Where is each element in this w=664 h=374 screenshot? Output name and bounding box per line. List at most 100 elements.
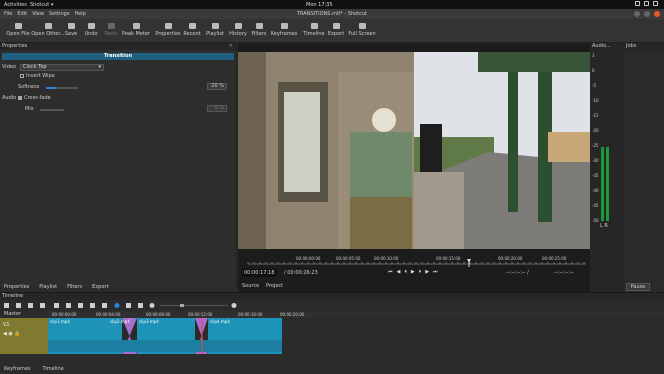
tab-export[interactable]: Export [92,283,108,292]
redo-button[interactable]: Redo [100,21,122,41]
peak-meter-button[interactable]: Peak Meter [120,21,152,41]
video-transition-select[interactable]: Clock Top ▾ [20,64,104,71]
transport-buttons[interactable]: ⏮◀⏴▶⏵▶⏭ [388,269,442,275]
audio-scale-tick: -40 [592,188,599,193]
menu-view[interactable]: View [32,11,44,17]
tab-playlist[interactable]: Playlist [39,283,57,292]
minimize-button[interactable] [634,11,640,17]
track-mute-hide-lock-icons[interactable]: ◀ ◉ 🔒 [3,331,21,337]
maximize-button[interactable] [644,11,650,17]
ruler-tick-3: 00:00:15:00 [436,256,461,261]
close-button[interactable] [654,11,660,17]
audio-scale-tick: 0 [592,68,595,73]
audio-scale-tick: -20 [592,128,599,133]
menu-settings[interactable]: Settings [49,11,70,17]
out-point: --:--:--:-- [554,270,574,276]
audio-level-right [606,147,609,221]
properties-header: Properties ✕ [0,43,236,50]
track-name: V1 [3,322,10,328]
audio-waveform [48,340,282,352]
ruler-tick-0: 00:00:00:00 [296,256,321,261]
player-tabs: Source Project [238,282,590,291]
cross-fade-checkbox[interactable]: Cross-fade [18,94,51,102]
system-tray[interactable] [628,1,658,8]
menu-help[interactable]: Help [74,11,85,17]
save-button[interactable]: Save [60,21,82,41]
keyframes-icon [280,23,288,29]
tab-project[interactable]: Project [266,283,283,289]
activities-button[interactable]: Activities [4,2,27,8]
timeline-header: Timeline [0,293,664,300]
tab-filters[interactable]: Filters [67,283,82,292]
video-preview[interactable] [238,52,590,249]
audio-scale-tick: -50 [592,218,599,223]
timeline-ruler[interactable]: 00:00:00:00 00:00:04:00 00:00:08:00 00:0… [48,311,664,318]
ruler-tick-1: 00:00:05:00 [336,256,361,261]
mix-label: Mix [25,106,34,112]
pause-button[interactable]: Pause [626,283,650,291]
undo-icon [87,23,95,29]
ruler-tick-4: 00:00:20:00 [498,256,523,261]
volume-icon [644,1,649,6]
audio-scale-tick: -35 [592,173,599,178]
history-icon [234,23,242,29]
keyframes-button[interactable]: Keyframes [268,21,300,41]
timeline-icon [310,23,318,29]
invert-wipe-checkbox[interactable]: Invert Wipe [20,72,55,80]
undo-button[interactable]: Undo [80,21,102,41]
ruler-tick-2: 00:00:10:00 [374,256,399,261]
audio-scale-tick: -45 [592,203,599,208]
window-title-bar: TRANSITIONS.mlt* - Shotcut File Edit Vie… [0,9,664,19]
peak-meter-icon [132,23,140,29]
clip-label-2: clip2.mp4 [110,319,130,324]
mix-slider[interactable] [40,109,64,111]
tab-source[interactable]: Source [242,283,259,289]
main-toolbar: Open File Open Other... Save Undo Redo P… [0,19,664,43]
properties-panel: Properties ✕ Transition Video Clock Top ▾ … [0,43,237,287]
save-icon [67,23,75,29]
properties-icon [164,23,172,29]
audio-scale-tick: -30 [592,158,599,163]
timeline-track-v1: clip1.mp4 clip2.mp4 clip3.mp4 clip4.mp4 [48,318,664,354]
transition-title: Transition [2,53,234,60]
in-point: --:--:--:-- / [506,270,529,276]
audio-meter-header: Audio... [590,43,624,50]
clip-label-3: clip3.mp4 [139,319,159,324]
power-icon [653,1,658,6]
jobs-header: Jobs [624,43,664,50]
menu-file[interactable]: File [4,11,12,17]
open-file-button[interactable]: Open File [2,21,34,41]
dock-close-icon[interactable]: ✕ [229,43,233,50]
softness-spinbox[interactable]: 20 % [207,83,227,90]
system-top-bar: Activities Shotcut ▾ Mon 17:35 [0,0,664,9]
full-screen-button[interactable]: Full Screen [346,21,378,41]
audio-label: Audio [2,95,17,101]
audio-scale-tick: -10 [592,98,599,103]
tab-properties[interactable]: Properties [4,283,29,292]
panel-tabs: Properties Playlist Filters Export [0,283,237,292]
tab-keyframes[interactable]: Keyframes [4,365,31,374]
app-menu[interactable]: Shotcut ▾ [30,2,53,8]
ruler-tick-5: 00:00:25:00 [542,256,567,261]
bottom-tabs: Keyframes Timeline [0,365,664,374]
audio-lr-label: L R [600,223,608,229]
filters-icon [255,23,263,29]
full-screen-icon [358,23,366,29]
window-title: TRANSITIONS.mlt* - Shotcut [296,11,368,17]
audio-scale-tick: -25 [592,143,599,148]
track-header-v1[interactable]: V1 ◀ ◉ 🔒 [0,318,48,354]
clip-label-1: clip1.mp4 [50,319,70,324]
video-label: Video [2,64,17,70]
clip-label-4: clip4.mp4 [210,319,230,324]
audio-meter-panel: Audio... 3 0 -5 -10 -15 -20 -25 -30 -35 -40 -45 -50… [590,43,624,292]
current-timecode[interactable]: 00:00:17:18 [242,269,277,277]
player-scrubber[interactable]: 00:00:00:00 00:00:05:00 00:00:10:00 00:0… [238,256,590,268]
clock[interactable]: Mon 17:35 [306,2,333,8]
jobs-panel: Jobs [624,43,664,292]
network-icon [635,1,640,6]
tab-timeline[interactable]: Timeline [43,365,64,374]
menu-edit[interactable]: Edit [17,11,27,17]
total-duration: / 00:00:26:23 [284,270,318,276]
softness-slider[interactable] [46,87,78,89]
mix-spinbox[interactable]: 0 % [207,105,227,112]
